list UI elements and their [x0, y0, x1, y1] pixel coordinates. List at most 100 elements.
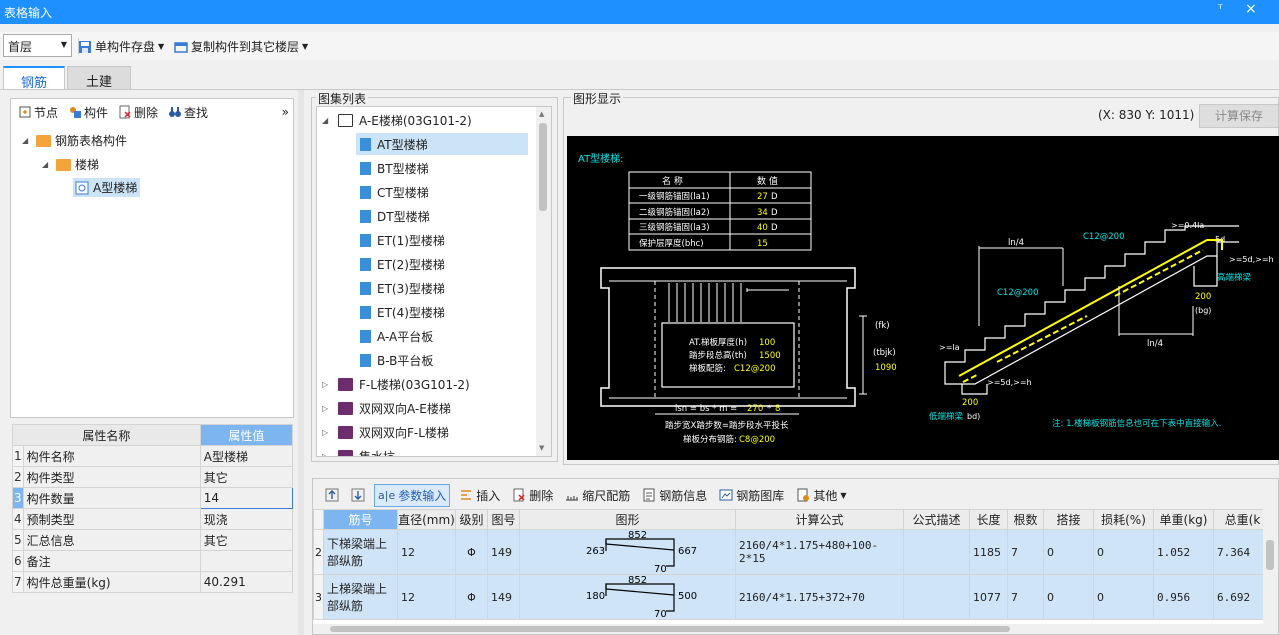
total-weight-cell[interactable]: 6.692 [1213, 574, 1263, 620]
copy-to-floor-button[interactable]: 复制构件到其它楼层 ▼ [174, 38, 308, 55]
loss-cell[interactable]: 0 [1093, 529, 1154, 575]
length-cell[interactable]: 1185 [969, 529, 1008, 575]
lap-cell[interactable]: 0 [1043, 574, 1094, 620]
insert-button[interactable]: 插入 [456, 485, 503, 506]
atlas-item[interactable]: ET(3)型楼梯 [360, 280, 445, 297]
grade-cell[interactable]: Φ [455, 529, 488, 575]
move-up-button[interactable] [322, 486, 342, 504]
atlas-item[interactable]: B-B平台板 [360, 352, 433, 369]
expand-triangle-icon[interactable]: ◢ [42, 160, 52, 169]
tab-civil[interactable]: 土建 [67, 66, 131, 90]
atlas-group[interactable]: ▷ 双网双向F-L楼梯 [322, 424, 449, 441]
pin-icon[interactable]: ᵀ [1218, 2, 1223, 16]
prop-row[interactable]: 6 备注 [12, 550, 294, 572]
grid-header-cell[interactable]: 筋号 [323, 509, 398, 530]
delete-button[interactable]: 删除 [118, 104, 158, 121]
atlas-item[interactable]: ET(1)型楼梯 [360, 232, 445, 249]
expand-triangle-icon[interactable]: ▷ [322, 428, 332, 437]
atlas-group[interactable]: ▷ 集水坑 [322, 448, 395, 456]
scroll-up-icon[interactable]: ▲ [539, 110, 544, 118]
grade-cell[interactable]: Φ [455, 574, 488, 620]
diameter-cell[interactable]: 12 [397, 574, 456, 620]
grid-header-cell[interactable]: 损耗(%) [1093, 509, 1154, 530]
splitter[interactable] [298, 90, 304, 635]
grid-header-cell[interactable]: 根数 [1007, 509, 1044, 530]
rebar-name-cell[interactable]: 上梯梁端上部纵筋 [323, 574, 398, 620]
grid-header-cell[interactable]: 公式描述 [903, 509, 970, 530]
atlas-item[interactable]: ET(2)型楼梯 [360, 256, 445, 273]
atlas-group[interactable]: ▷ 双网双向A-E楼梯 [322, 400, 451, 417]
diameter-cell[interactable]: 12 [397, 529, 456, 575]
expand-triangle-icon[interactable]: ◢ [22, 136, 32, 145]
rebar-name-cell[interactable]: 下梯梁端上部纵筋 [323, 529, 398, 575]
atlas-item[interactable]: A-A平台板 [360, 328, 433, 345]
shape-cell[interactable]: 852 263 667 70 [519, 529, 736, 575]
prop-value[interactable]: 40.291 [199, 571, 294, 593]
expand-triangle-icon[interactable]: ▷ [322, 380, 332, 389]
grid-header-cell[interactable]: 单重(kg) [1153, 509, 1214, 530]
scroll-thumb[interactable] [330, 626, 1010, 632]
grid-header-cell[interactable]: 图形 [519, 509, 736, 530]
atlas-item[interactable]: DT型楼梯 [360, 208, 430, 225]
scroll-down-icon[interactable]: ▼ [539, 444, 544, 452]
grid-horizontal-scrollbar[interactable] [322, 624, 1262, 634]
lap-cell[interactable]: 0 [1043, 529, 1094, 575]
prop-value[interactable]: A型楼梯 [199, 445, 294, 467]
scroll-thumb[interactable] [1266, 540, 1274, 570]
prop-row[interactable]: 2 构件类型 其它 [12, 466, 294, 488]
prop-value[interactable] [199, 550, 294, 572]
tree-node-stairs[interactable]: ◢ 楼梯 [42, 156, 99, 173]
tree-leaf-a-stair[interactable]: A型楼梯 [73, 178, 141, 197]
rebar-library-button[interactable]: 钢筋图库 [716, 485, 787, 506]
grid-header-cell[interactable]: 搭接 [1043, 509, 1094, 530]
figure-no-cell[interactable]: 149 [487, 529, 520, 575]
atlas-scrollbar[interactable]: ▲ ▼ [536, 107, 551, 456]
delete-row-button[interactable]: 删除 [509, 485, 556, 506]
prop-row[interactable]: 5 汇总信息 其它 [12, 529, 294, 551]
find-button[interactable]: 查找 [168, 104, 208, 121]
add-component-button[interactable]: 构件 [68, 104, 108, 121]
table-row[interactable]: 2 下梯梁端上部纵筋 12 Φ 149 852 263 667 70 2160/… [313, 529, 1263, 575]
loss-cell[interactable]: 0 [1093, 574, 1154, 620]
unit-weight-cell[interactable]: 1.052 [1153, 529, 1214, 575]
atlas-item-clipped[interactable]: ▷ 集水坑 [317, 444, 535, 456]
close-icon[interactable]: × [1245, 1, 1257, 17]
total-weight-cell[interactable]: 7.364 [1213, 529, 1263, 575]
atlas-item[interactable]: AT型楼梯 [356, 133, 528, 155]
grid-header-cell[interactable]: 直径(mm) [397, 509, 456, 530]
formula-cell[interactable]: 2160/4*1.175+372+70 [735, 574, 904, 620]
grid-header-cell[interactable]: 级别 [455, 509, 488, 530]
count-cell[interactable]: 7 [1007, 574, 1044, 620]
grid-header-cell[interactable]: 计算公式 [735, 509, 904, 530]
scroll-thumb[interactable] [539, 123, 547, 211]
cad-canvas[interactable]: AT型楼梯: 名 称 数 值 一级钢筋锚固(la1) 27 D 二级钢筋锚固(l… [567, 136, 1279, 460]
table-row[interactable]: 3 上梯梁端上部纵筋 12 Φ 149 852 180 500 70 2160/… [313, 574, 1263, 620]
save-single-button[interactable]: 单构件存盘 ▼ [78, 38, 164, 55]
add-node-button[interactable]: 节点 [18, 104, 58, 121]
floor-select[interactable]: 首层 ▼ [3, 34, 72, 57]
shape-cell[interactable]: 852 180 500 70 [519, 574, 736, 620]
scale-rebar-button[interactable]: 缩尺配筋 [562, 485, 633, 506]
atlas-item[interactable]: BT型楼梯 [360, 160, 429, 177]
param-input-button[interactable]: a|e 参数输入 [374, 483, 451, 507]
figure-no-cell[interactable]: 149 [487, 574, 520, 620]
calc-save-button[interactable]: 计算保存 [1199, 104, 1279, 128]
atlas-item[interactable]: CT型楼梯 [360, 184, 429, 201]
prop-row[interactable]: 7 构件总重量(kg) 40.291 [12, 571, 294, 593]
tab-rebar[interactable]: 钢筋 [3, 66, 65, 91]
prop-value[interactable]: 现浇 [199, 508, 294, 530]
prop-row[interactable]: 3 构件数量 14 [12, 487, 294, 509]
grid-header-cell[interactable]: 总重(k [1213, 509, 1263, 530]
atlas-group-a-e[interactable]: ◢ A-E楼梯(03G101-2) [322, 112, 472, 129]
formula-desc-cell[interactable] [903, 529, 970, 575]
prop-value-quantity-input[interactable]: 14 [199, 487, 294, 509]
expand-triangle-icon[interactable]: ▷ [322, 404, 332, 413]
grid-header-cell[interactable]: 长度 [969, 509, 1008, 530]
expand-triangle-icon[interactable]: ◢ [322, 116, 332, 125]
prop-value[interactable]: 其它 [199, 466, 294, 488]
prop-value[interactable]: 其它 [199, 529, 294, 551]
atlas-group[interactable]: ▷ F-L楼梯(03G101-2) [322, 376, 470, 393]
length-cell[interactable]: 1077 [969, 574, 1008, 620]
other-button[interactable]: 其他 ▼ [793, 485, 849, 506]
formula-desc-cell[interactable] [903, 574, 970, 620]
